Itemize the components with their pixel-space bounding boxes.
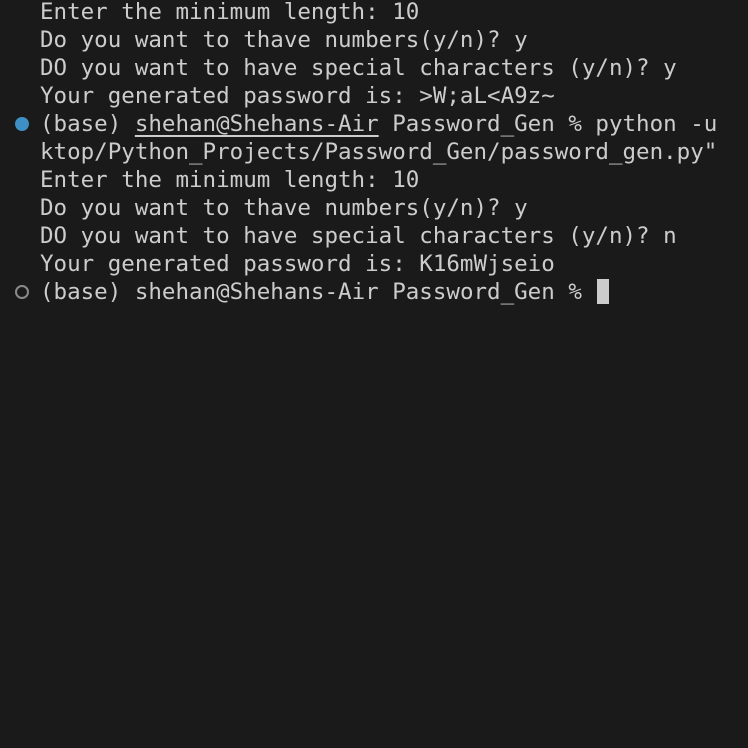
command-continuation-line: ktop/Python_Projects/Password_Gen/passwo… xyxy=(40,139,718,165)
prompt-symbol: % xyxy=(568,279,582,305)
output-line-special-chars-question-1: DO you want to have special characters (… xyxy=(40,55,677,81)
user-host-link[interactable]: shehan@Shehans-Air xyxy=(135,111,379,137)
cwd-label: Password_Gen xyxy=(392,111,555,137)
cwd-label: Password_Gen xyxy=(392,279,555,305)
command-text: python -u xyxy=(595,111,718,137)
prompt-line-2[interactable]: (base) shehan@Shehans-Air Password_Gen % xyxy=(40,278,610,306)
prompt-symbol: % xyxy=(568,111,582,137)
output-line-generated-password-1: Your generated password is: >W;aL<A9z~ xyxy=(40,83,555,109)
command-decoration-dot-icon[interactable] xyxy=(15,117,29,131)
command-decoration-circle-icon[interactable] xyxy=(15,285,29,299)
prompt-line-1: (base) shehan@Shehans-Air Password_Gen %… xyxy=(40,110,717,138)
terminal-panel[interactable]: Enter the minimum length: 10 Do you want… xyxy=(0,0,748,748)
user-host-label: shehan@Shehans-Air xyxy=(134,279,379,305)
text-cursor xyxy=(597,279,610,304)
output-line-numbers-question-2: Do you want to thave numbers(y/n)? y xyxy=(40,195,528,221)
output-line-numbers-question-1: Do you want to thave numbers(y/n)? y xyxy=(40,27,528,53)
output-line-special-chars-question-2: DO you want to have special characters (… xyxy=(40,223,677,249)
output-line-generated-password-2: Your generated password is: K16mWjseio xyxy=(40,251,555,277)
conda-env-label: (base) xyxy=(40,279,122,305)
conda-env-label: (base) xyxy=(40,111,122,137)
output-line-min-length-2: Enter the minimum length: 10 xyxy=(40,167,420,193)
output-line-min-length-1: Enter the minimum length: 10 xyxy=(40,0,420,25)
